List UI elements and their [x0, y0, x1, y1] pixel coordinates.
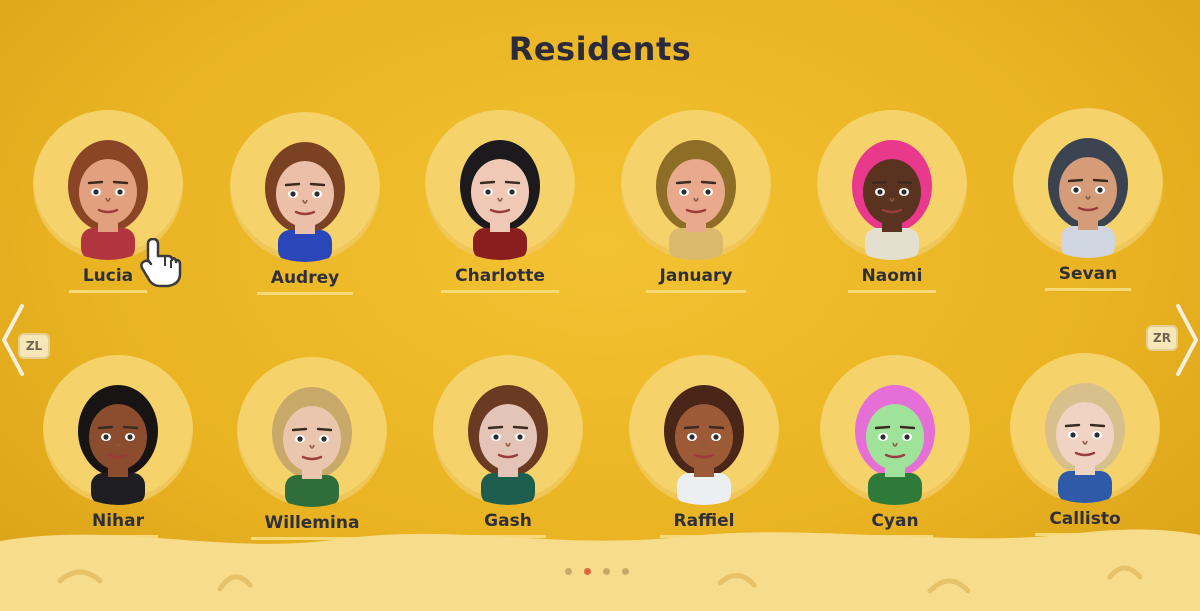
resident-avatar: [817, 110, 967, 260]
resident-card-charlotte[interactable]: Charlotte: [420, 110, 580, 320]
resident-card-sevan[interactable]: Sevan: [1008, 108, 1168, 318]
resident-name: Charlotte: [441, 266, 559, 293]
resident-card-lucia[interactable]: Lucia: [28, 110, 188, 320]
footer-wave-decoration: [0, 529, 1200, 611]
resident-avatar: [1013, 108, 1163, 258]
page-dot[interactable]: [622, 568, 629, 575]
resident-avatar: [629, 355, 779, 505]
resident-avatar: [433, 355, 583, 505]
resident-name: Naomi: [847, 266, 937, 293]
resident-avatar: [43, 355, 193, 505]
resident-name: Sevan: [1044, 264, 1132, 291]
zl-button[interactable]: ZL: [18, 333, 50, 359]
resident-card-january[interactable]: January: [616, 110, 776, 320]
page-dot[interactable]: [565, 568, 572, 575]
pointing-hand-cursor-icon: [140, 238, 182, 288]
residents-screen: Residents Lucia Audrey Charlotte January Nao…: [0, 0, 1200, 611]
page-dot[interactable]: [603, 568, 610, 575]
resident-card-audrey[interactable]: Audrey: [225, 112, 385, 322]
resident-avatar: [621, 110, 771, 260]
page-indicator: [565, 568, 629, 575]
resident-name: Audrey: [256, 268, 354, 295]
resident-avatar: [820, 355, 970, 505]
page-dot-active[interactable]: [584, 568, 591, 575]
resident-name: Lucia: [68, 266, 148, 293]
resident-avatar: [230, 112, 380, 262]
zr-button[interactable]: ZR: [1146, 325, 1178, 351]
resident-avatar: [1010, 353, 1160, 503]
resident-avatar: [237, 357, 387, 507]
resident-name: January: [645, 266, 747, 293]
resident-card-naomi[interactable]: Naomi: [812, 110, 972, 320]
resident-avatar: [425, 110, 575, 260]
